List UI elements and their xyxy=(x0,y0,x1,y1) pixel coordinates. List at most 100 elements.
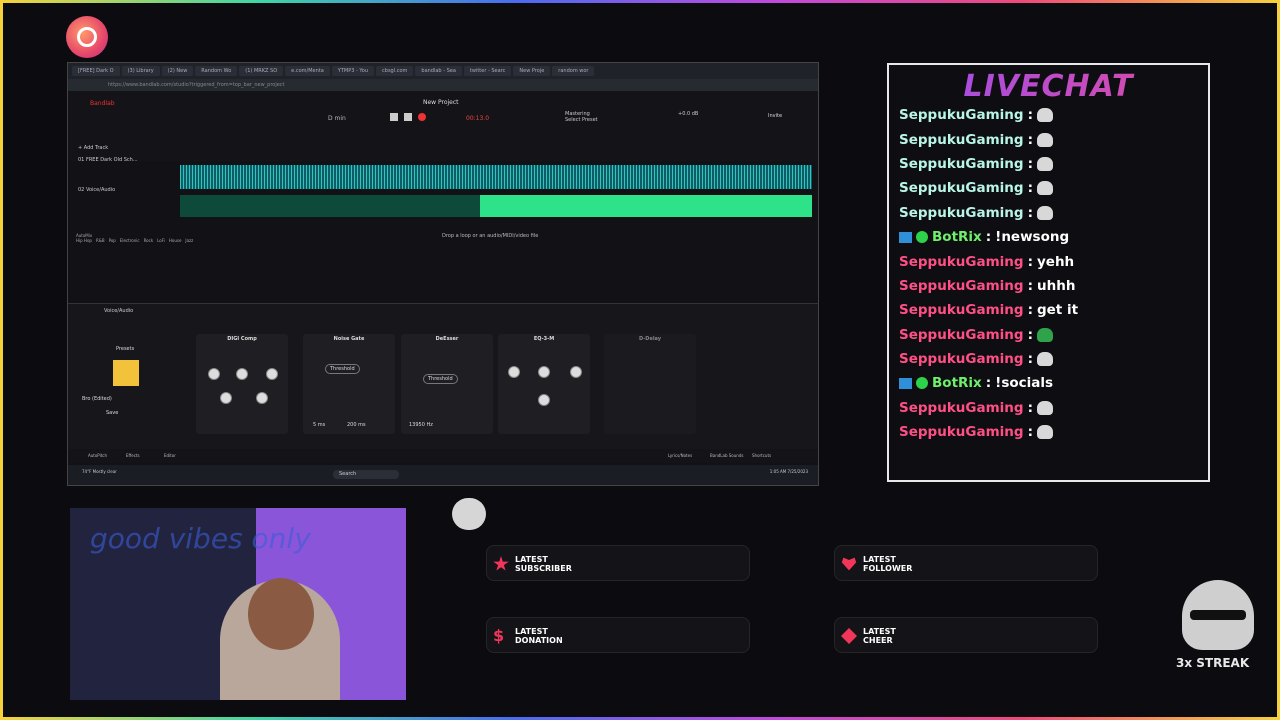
mastering-sub: Select Preset xyxy=(565,117,598,123)
attack-knob[interactable] xyxy=(208,368,220,380)
track-1-header[interactable]: 01 FREE Dark Old Sch... xyxy=(78,157,178,163)
browser-tab[interactable]: (2) New xyxy=(161,66,194,76)
latest-donation-label: LATEST DONATION xyxy=(515,627,563,645)
browser-tab[interactable]: [FREE] Dark O xyxy=(72,66,120,76)
chat-message: SeppukuGaming : xyxy=(899,323,1199,347)
genre-chip[interactable]: LoFi xyxy=(157,238,165,243)
genre-chip[interactable]: Electronic xyxy=(120,238,140,243)
effect-deesser[interactable]: DeEsser Threshold 13950 Hz xyxy=(401,334,493,434)
chat-separator: : xyxy=(1027,399,1033,416)
project-title[interactable]: New Project xyxy=(423,99,459,106)
add-track-button[interactable]: + Add Track xyxy=(78,145,178,151)
chat-username[interactable]: SeppukuGaming xyxy=(899,400,1024,416)
recorded-region[interactable] xyxy=(480,195,812,217)
streak-mascot-icon xyxy=(1182,580,1254,650)
bot-badge-icon xyxy=(899,231,912,243)
chat-message-list: SeppukuGaming : SeppukuGaming : SeppukuG… xyxy=(899,103,1199,444)
track-2-header[interactable]: 02 Voice/Audio xyxy=(78,187,178,193)
ratio-knob[interactable] xyxy=(220,392,232,404)
track-2-waveform[interactable] xyxy=(180,195,812,217)
latest-subscriber-widget: LATEST SUBSCRIBER xyxy=(486,545,750,581)
bottom-bar-item[interactable]: BandLab Sounds xyxy=(710,453,743,458)
mastering-button[interactable]: Mastering Select Preset xyxy=(565,111,598,123)
threshold-knob[interactable] xyxy=(266,368,278,380)
knee-knob[interactable] xyxy=(256,392,268,404)
effect-noise-gate[interactable]: Noise Gate Threshold 5 ms 200 ms xyxy=(303,334,395,434)
chat-username[interactable]: SeppukuGaming xyxy=(899,205,1024,221)
browser-tab[interactable]: New Proje xyxy=(513,66,551,76)
bottom-bar-item[interactable]: AutoPitch xyxy=(88,453,107,458)
weather-widget[interactable]: 74°F Mostly clear xyxy=(82,469,117,474)
chat-username[interactable]: SeppukuGaming xyxy=(899,278,1024,294)
chat-username[interactable]: SeppukuGaming xyxy=(899,107,1024,123)
pause-button[interactable] xyxy=(390,113,398,121)
track-1-waveform[interactable] xyxy=(180,165,812,189)
high-knob[interactable] xyxy=(570,366,582,378)
effect-d-delay[interactable]: D-Delay xyxy=(604,334,696,434)
bottom-bar-item[interactable]: Shortcuts xyxy=(752,453,771,458)
chat-emote-icon xyxy=(1036,205,1053,220)
bottom-bar-item[interactable]: Editor xyxy=(164,453,176,458)
daw-brand[interactable]: Bandlab xyxy=(90,100,115,107)
chat-message: SeppukuGaming : xyxy=(899,201,1199,225)
preset-icon[interactable] xyxy=(113,360,139,386)
chat-username[interactable]: BotRix xyxy=(932,375,982,391)
browser-tab[interactable]: (1) MRKZ SO xyxy=(239,66,284,76)
bot-badge-icon xyxy=(899,377,912,389)
browser-tab[interactable]: Random Wo xyxy=(195,66,238,76)
taskbar-search[interactable]: Search xyxy=(333,470,399,479)
genre-chip[interactable]: House xyxy=(169,238,182,243)
browser-tabs: [FREE] Dark O (3) Library (2) New Random Wo… xyxy=(68,63,818,79)
chat-username[interactable]: SeppukuGaming xyxy=(899,351,1024,367)
chat-text: uhhh xyxy=(1036,277,1076,294)
chat-username[interactable]: SeppukuGaming xyxy=(899,302,1024,318)
browser-tab[interactable]: random wor xyxy=(552,66,595,76)
chat-username[interactable]: SeppukuGaming xyxy=(899,424,1024,440)
record-button[interactable] xyxy=(418,113,426,121)
chat-message: SeppukuGaming : xyxy=(899,420,1199,444)
effect-digi-comp[interactable]: DIGI Comp xyxy=(196,334,288,434)
screen-capture: [FREE] Dark O (3) Library (2) New Random Wo… xyxy=(67,62,819,486)
genre-chip[interactable]: Jazz xyxy=(185,238,193,243)
browser-tab[interactable]: (3) Library xyxy=(121,66,160,76)
chat-username[interactable]: SeppukuGaming xyxy=(899,180,1024,196)
browser-tab[interactable]: bandlab - Sea xyxy=(415,66,462,76)
genre-chip[interactable]: Hip Hop xyxy=(76,238,92,243)
stop-button[interactable] xyxy=(404,113,412,121)
mid-knob[interactable] xyxy=(538,366,550,378)
alert-line: CHEER xyxy=(863,636,893,645)
low-knob[interactable] xyxy=(508,366,520,378)
attack-value: 5 ms xyxy=(313,422,326,428)
chat-username[interactable]: SeppukuGaming xyxy=(899,254,1024,270)
chat-username[interactable]: SeppukuGaming xyxy=(899,156,1024,172)
key-selector[interactable]: D min xyxy=(328,115,346,122)
bottom-bar-item[interactable]: Effects xyxy=(126,453,140,458)
chat-username[interactable]: BotRix xyxy=(932,229,982,245)
browser-tab[interactable]: e.com/Menta xyxy=(285,66,330,76)
genre-chip[interactable]: R&B xyxy=(96,238,105,243)
preset-name[interactable]: Bro (Edited) xyxy=(82,396,112,402)
effect-name: D-Delay xyxy=(638,336,662,342)
chat-message: SeppukuGaming : xyxy=(899,152,1199,176)
browser-url[interactable]: https://www.bandlab.com/studio?triggered… xyxy=(68,79,818,91)
automix-panel: AutoMix Hip Hop R&B Pop Electronic Rock LoFi H… xyxy=(76,233,197,243)
threshold-label[interactable]: Threshold xyxy=(325,364,360,374)
daw-header: Bandlab New Project D min 00:13.0 Master… xyxy=(68,91,818,161)
browser-tab[interactable]: YTMP3 - You xyxy=(331,66,375,76)
genre-chip[interactable]: Pop xyxy=(109,238,116,243)
genre-chip[interactable]: Rock xyxy=(144,238,154,243)
browser-tab[interactable]: cbsgl.com xyxy=(376,66,414,76)
mid-sweep-knob[interactable] xyxy=(538,394,550,406)
chat-message: SeppukuGaming : get it xyxy=(899,298,1199,322)
bottom-bar-item[interactable]: Lyrics/Notes xyxy=(668,453,692,458)
browser-tab[interactable]: twitter - Searc xyxy=(463,66,512,76)
taskbar-clock: 1:05 AM 7/25/2023 xyxy=(769,469,808,474)
threshold-label[interactable]: Threshold xyxy=(423,374,458,384)
effect-eq3[interactable]: EQ-3-M xyxy=(498,334,590,434)
chat-username[interactable]: SeppukuGaming xyxy=(899,132,1024,148)
alert-line: LATEST xyxy=(515,555,548,564)
save-preset-button[interactable]: Save xyxy=(106,410,118,416)
invite-button[interactable]: Invite xyxy=(768,113,782,119)
release-knob[interactable] xyxy=(236,368,248,380)
chat-username[interactable]: SeppukuGaming xyxy=(899,327,1024,343)
